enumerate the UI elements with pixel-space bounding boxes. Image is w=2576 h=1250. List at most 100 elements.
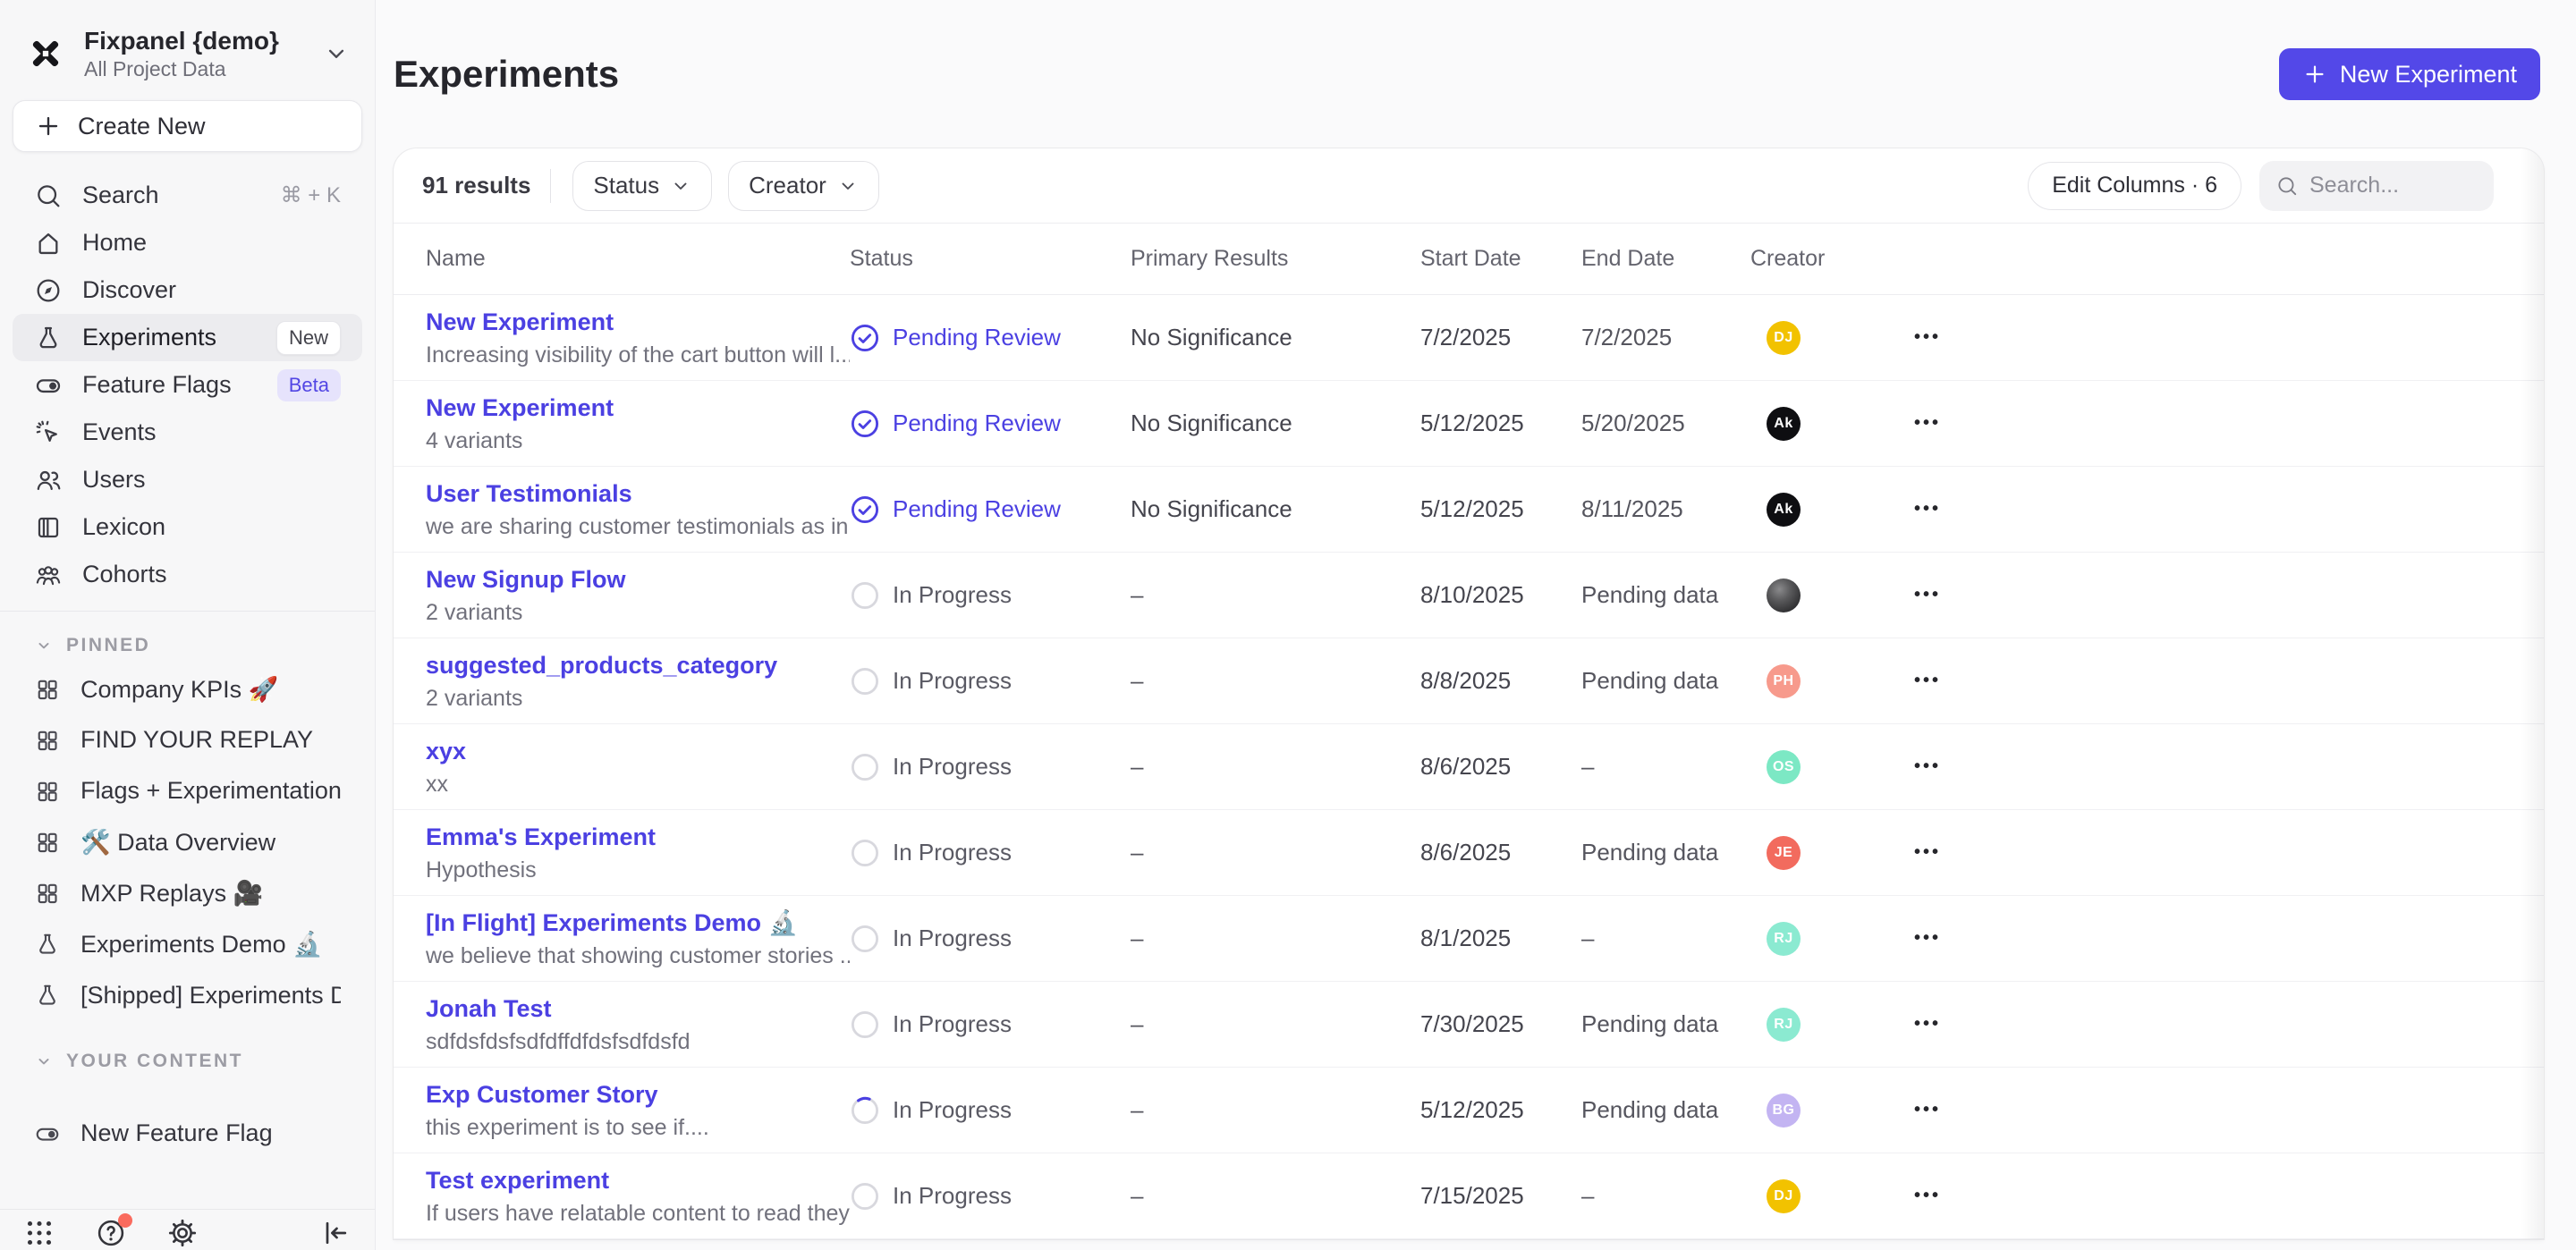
column-header-status[interactable]: Status: [850, 246, 1131, 272]
column-header-creator[interactable]: Creator: [1750, 246, 1896, 272]
apps-grid-icon[interactable]: [23, 1217, 55, 1249]
row-menu-button[interactable]: •••: [1914, 928, 1941, 948]
pinned-item-mxp-replays[interactable]: MXP Replays 🎥: [13, 867, 362, 918]
experiment-link[interactable]: xyx: [426, 737, 850, 765]
sidebar-item-discover[interactable]: Discover: [13, 266, 362, 314]
table-row[interactable]: Jonah Testsdfdsfdsfsdfdffdfdsfsdfdsfd In…: [394, 982, 2544, 1068]
experiment-subtitle: 4 variants: [426, 427, 850, 454]
table-row[interactable]: [In Flight] Experiments Demo 🔬we believe…: [394, 896, 2544, 982]
new-experiment-button[interactable]: New Experiment: [2279, 48, 2540, 100]
pinned-list: Company KPIs 🚀 FIND YOUR REPLAY Flags + …: [0, 663, 375, 1020]
pinned-item-experiments-demo[interactable]: Experiments Demo 🔬: [13, 918, 362, 969]
sidebar-item-home[interactable]: Home: [13, 219, 362, 266]
sidebar-item-feature-flags[interactable]: Feature Flags Beta: [13, 361, 362, 409]
primary-results-value: No Significance: [1131, 324, 1420, 351]
primary-results-value: –: [1131, 753, 1420, 781]
board-icon: [34, 676, 61, 703]
create-new-label: Create New: [78, 113, 206, 140]
experiment-link[interactable]: User Testimonials: [426, 479, 850, 508]
pinned-item-flags-experimentation-demo[interactable]: Flags + Experimentation Demo ,: [13, 765, 362, 816]
row-menu-button[interactable]: •••: [1914, 413, 1941, 433]
plus-icon: [2302, 62, 2327, 87]
pinned-section-header[interactable]: PINNED: [13, 635, 362, 656]
pinned-item-shipped-experiments-demo[interactable]: [Shipped] Experiments Demo 🖊️: [13, 969, 362, 1020]
help-icon[interactable]: [95, 1217, 127, 1249]
column-header-name[interactable]: Name: [394, 246, 850, 272]
row-menu-button[interactable]: •••: [1914, 327, 1941, 347]
table-row[interactable]: User Testimonialswe are sharing customer…: [394, 467, 2544, 553]
row-menu-button[interactable]: •••: [1914, 1186, 1941, 1205]
column-header-primary-results[interactable]: Primary Results: [1131, 246, 1420, 272]
end-date-value: 7/2/2025: [1581, 324, 1750, 351]
edit-columns-button[interactable]: Edit Columns · 6: [2028, 162, 2241, 210]
board-icon: [34, 880, 61, 907]
your-content-section-header[interactable]: YOUR CONTENT: [13, 1051, 362, 1072]
row-menu-button[interactable]: •••: [1914, 842, 1941, 862]
column-header-end-date[interactable]: End Date: [1581, 246, 1750, 272]
project-switcher[interactable]: Fixpanel {demo} All Project Data: [0, 21, 375, 86]
end-date-value: Pending data: [1581, 1096, 1750, 1124]
table-row[interactable]: Emma's ExperimentHypothesis In Progress …: [394, 810, 2544, 896]
sidebar-item-search[interactable]: Search ⌘ + K: [13, 172, 362, 219]
users-icon: [34, 466, 63, 494]
create-new-button[interactable]: Create New: [13, 100, 362, 152]
row-menu-button[interactable]: •••: [1914, 671, 1941, 690]
your-content-item-new-feature-flag[interactable]: New Feature Flag: [13, 1108, 362, 1159]
row-menu-button[interactable]: •••: [1914, 756, 1941, 776]
sidebar-item-experiments[interactable]: Experiments New: [13, 314, 362, 361]
collapse-sidebar-icon[interactable]: [319, 1217, 352, 1249]
status-circle-icon: [850, 924, 880, 954]
creator-filter-button[interactable]: Creator: [728, 161, 879, 211]
end-date-value: 8/11/2025: [1581, 495, 1750, 523]
table-row[interactable]: New ExperimentIncreasing visibility of t…: [394, 295, 2544, 381]
table-search[interactable]: [2259, 161, 2494, 211]
status-circle-icon: [850, 1181, 880, 1212]
status-label: In Progress: [893, 667, 1012, 695]
start-date-value: 8/6/2025: [1420, 753, 1581, 781]
experiment-link[interactable]: Jonah Test: [426, 994, 850, 1023]
row-menu-button[interactable]: •••: [1914, 585, 1941, 604]
experiment-link[interactable]: New Signup Flow: [426, 565, 850, 594]
sidebar-item-users[interactable]: Users: [13, 456, 362, 503]
status-check-icon: [850, 494, 880, 525]
cursor-click-icon: [34, 418, 63, 447]
experiment-link[interactable]: Exp Customer Story: [426, 1080, 850, 1109]
book-icon: [34, 513, 63, 542]
column-header-start-date[interactable]: Start Date: [1420, 246, 1581, 272]
status-filter-button[interactable]: Status: [572, 161, 712, 211]
experiment-link[interactable]: New Experiment: [426, 308, 850, 336]
primary-results-value: –: [1131, 925, 1420, 952]
table-row[interactable]: New Signup Flow2 variants In Progress – …: [394, 553, 2544, 638]
pinned-item-company-kpis[interactable]: Company KPIs 🚀: [13, 663, 362, 714]
sidebar-item-cohorts[interactable]: Cohorts: [13, 551, 362, 598]
table-row[interactable]: Exp Customer Storythis experiment is to …: [394, 1068, 2544, 1153]
chevron-down-icon: [34, 1052, 54, 1071]
row-menu-button[interactable]: •••: [1914, 1100, 1941, 1119]
search-input[interactable]: [2309, 173, 2478, 198]
experiment-subtitle: Hypothesis: [426, 857, 850, 883]
search-icon: [34, 182, 63, 210]
search-shortcut: ⌘ + K: [281, 182, 341, 208]
gear-icon[interactable]: [166, 1217, 199, 1249]
experiment-link[interactable]: Emma's Experiment: [426, 823, 850, 851]
table-row[interactable]: xyxxx In Progress – 8/6/2025 – OS •••: [394, 724, 2544, 810]
table-row[interactable]: Test experimentIf users have relatable c…: [394, 1153, 2544, 1239]
toolbar-divider: [550, 169, 551, 203]
table-header-row: Name Status Primary Results Start Date E…: [394, 224, 2544, 295]
sidebar-item-lexicon[interactable]: Lexicon: [13, 503, 362, 551]
experiment-link[interactable]: Test experiment: [426, 1166, 850, 1195]
pinned-item-find-your-replay[interactable]: FIND YOUR REPLAY: [13, 714, 362, 765]
status-check-icon: [850, 323, 880, 353]
status-circle-icon: [850, 580, 880, 611]
row-menu-button[interactable]: •••: [1914, 499, 1941, 519]
row-menu-button[interactable]: •••: [1914, 1014, 1941, 1034]
table-row[interactable]: suggested_products_category2 variants In…: [394, 638, 2544, 724]
status-label: In Progress: [893, 1010, 1012, 1038]
table-row[interactable]: New Experiment4 variants Pending Review …: [394, 381, 2544, 467]
experiment-link[interactable]: [In Flight] Experiments Demo 🔬: [426, 908, 850, 937]
pinned-item-data-overview[interactable]: 🛠️ Data Overview: [13, 816, 362, 867]
sidebar-item-events[interactable]: Events: [13, 409, 362, 456]
experiment-link[interactable]: suggested_products_category: [426, 651, 850, 680]
primary-results-value: –: [1131, 839, 1420, 866]
experiment-link[interactable]: New Experiment: [426, 393, 850, 422]
